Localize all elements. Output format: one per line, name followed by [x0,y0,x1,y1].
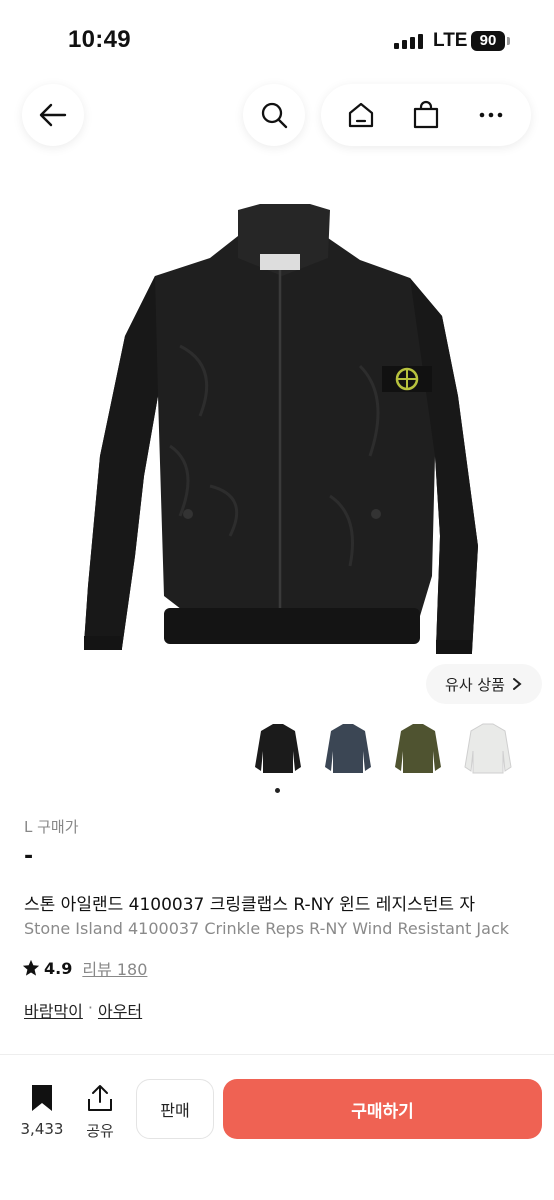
product-title-ko: 스톤 아일랜드 4100037 크링클랩스 R-NY 윈드 레지스턴트 자 [24,895,476,915]
product-title-en: Stone Island 4100037 Crinkle Reps R-NY W… [24,919,510,938]
home-button[interactable] [339,93,383,137]
similar-products-label: 유사 상품 [445,675,505,694]
arrow-left-icon [39,103,67,127]
bookmark-icon [32,1085,52,1111]
thumbnail-olive[interactable] [390,718,446,780]
color-thumbnails [250,718,516,780]
bookmark-count: 3,433 [20,1120,64,1138]
network-type: LTE [433,30,468,51]
more-icon [479,112,502,118]
share-label: 공유 [86,1122,114,1140]
category-row: 바람막이 · 아우터 [24,998,142,1022]
size-purchase-label: L 구매가 [24,818,79,836]
share-icon [88,1085,112,1111]
thumbnail-black[interactable] [250,718,306,780]
home-icon [349,102,374,128]
buy-button[interactable]: 구매하기 [223,1079,542,1139]
status-bar: 10:49 LTE 90 [0,0,554,84]
battery-tip [507,37,510,45]
sell-button[interactable]: 판매 [136,1079,214,1139]
bag-button[interactable] [404,93,448,137]
bookmark-button[interactable]: 3,433 [18,1084,66,1138]
search-button[interactable] [243,84,305,146]
category-separator: · [87,998,93,1017]
rating-value: 4.9 [44,958,73,978]
similar-products-button[interactable]: 유사 상품 [426,664,542,704]
chevron-right-icon [512,678,522,690]
thumbnail-white[interactable] [460,718,516,780]
category-windbreaker[interactable]: 바람막이 [24,998,83,1022]
selected-indicator [275,788,280,793]
signal-icon [394,33,423,49]
shopping-bag-icon [413,100,439,129]
star-icon [22,959,40,976]
status-time: 10:49 [68,26,131,53]
product-image[interactable] [60,196,500,656]
more-button[interactable] [469,93,513,137]
rating-row: 4.9 리뷰 180 [22,956,147,980]
back-button[interactable] [22,84,84,146]
search-icon [261,102,288,129]
share-button[interactable]: 공유 [80,1084,120,1141]
battery-icon: 90 [471,31,505,51]
price: - [24,844,34,869]
nav-action-group [321,84,531,146]
thumbnail-navy[interactable] [320,718,376,780]
review-link[interactable]: 리뷰 180 [82,956,147,980]
category-outer[interactable]: 아우터 [98,998,142,1022]
